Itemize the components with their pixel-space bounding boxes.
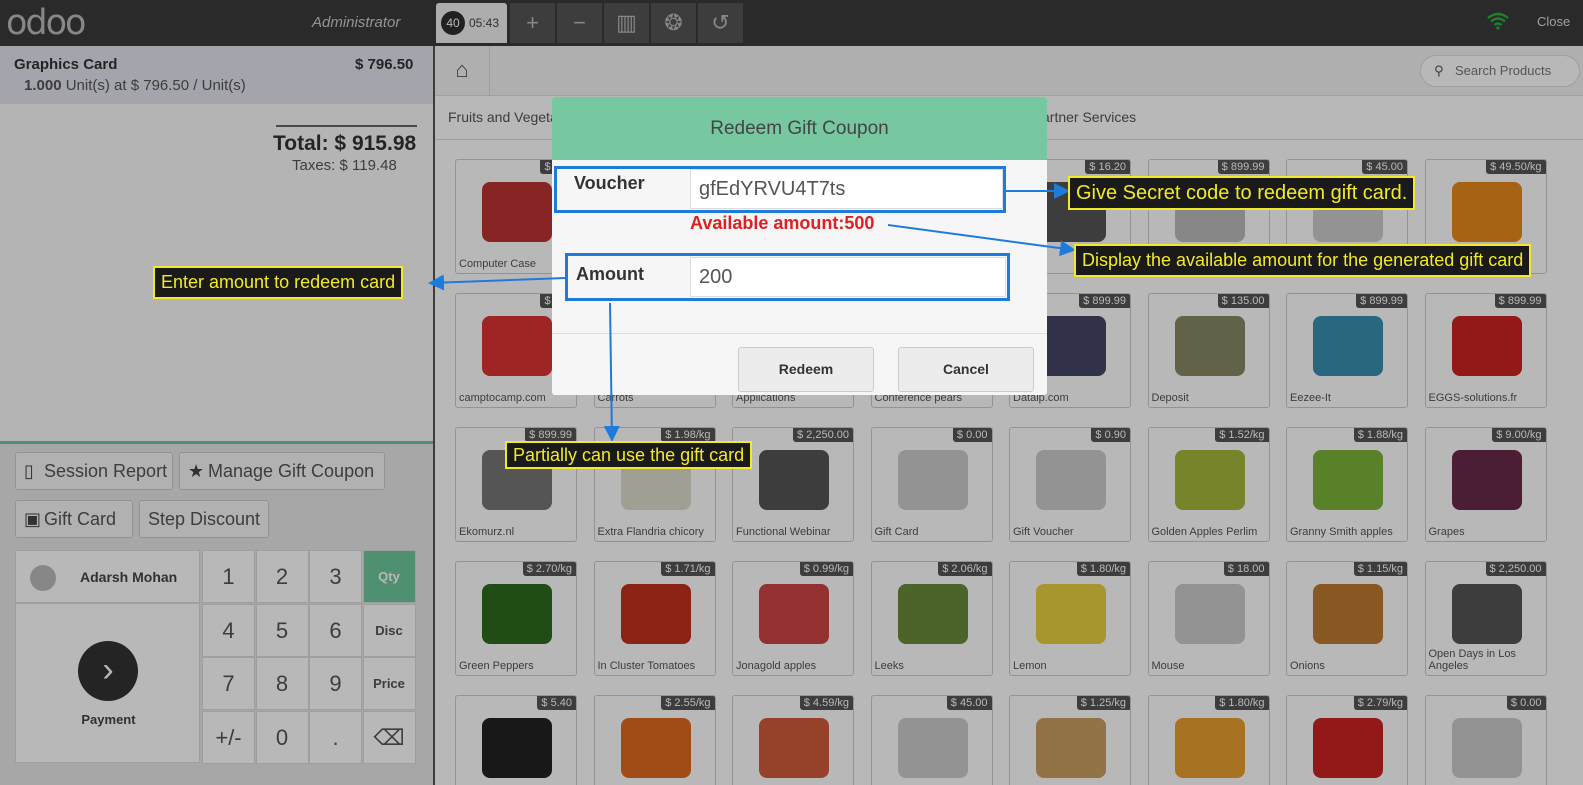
dialog-title: Redeem Gift Coupon	[552, 97, 1047, 160]
amount-highlight	[565, 253, 1010, 301]
annotation-partial: Partially can use the gift card	[505, 441, 753, 469]
cancel-button[interactable]: Cancel	[898, 347, 1034, 392]
dialog-footer-separator	[552, 333, 1047, 334]
annotation-enter-amount: Enter amount to redeem card	[153, 266, 404, 299]
voucher-highlight	[554, 166, 1006, 213]
pos-screen: odoo Administrator 40 05:43 + − ▥ ❂ ↺ Cl…	[0, 0, 1583, 785]
redeem-gift-coupon-dialog: Redeem Gift Coupon Voucher gfEdYRVU4T7ts…	[552, 97, 1047, 395]
annotation-secret-code: Give Secret code to redeem gift card.	[1068, 176, 1416, 210]
redeem-button[interactable]: Redeem	[738, 347, 874, 392]
available-amount: Available amount:500	[690, 213, 875, 233]
annotation-available-amount: Display the available amount for the gen…	[1074, 244, 1532, 277]
